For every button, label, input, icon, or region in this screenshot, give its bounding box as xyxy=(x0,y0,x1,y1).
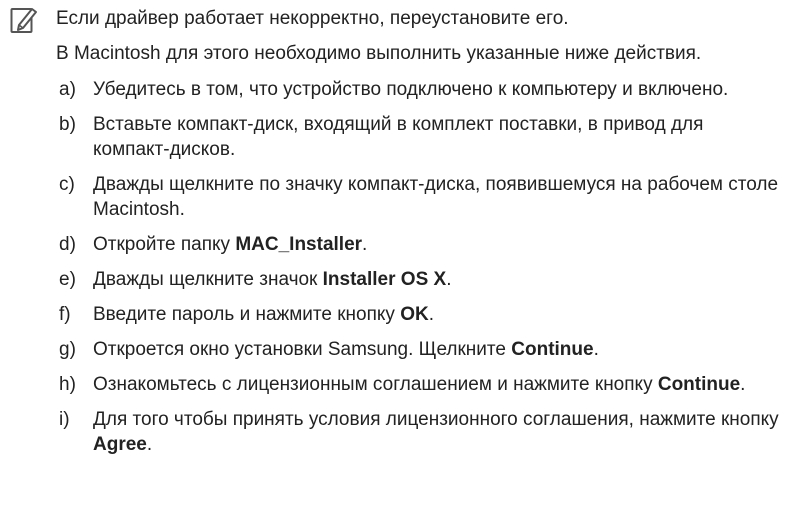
step-letter: g) xyxy=(59,339,76,360)
step-text-bold: MAC_Installer xyxy=(235,234,363,255)
step-item: e) Дважды щелкните значок Installer OS X… xyxy=(56,267,796,292)
step-text: Дважды щелкните по значку компакт-диска,… xyxy=(93,174,779,220)
step-letter: i) xyxy=(59,409,70,430)
step-letter: d) xyxy=(59,234,76,255)
step-text: Убедитесь в том, что устройство подключе… xyxy=(93,79,729,100)
steps-list: a) Убедитесь в том, что устройство подкл… xyxy=(56,77,796,457)
step-text-plain: Откроется окно установки Samsung. Щелкни… xyxy=(93,339,512,360)
step-item: b) Вставьте компакт-диск, входящий в ком… xyxy=(56,112,796,162)
step-letter: f) xyxy=(59,304,71,325)
step-text: Дважды щелкните значок Installer OS X. xyxy=(93,267,783,292)
step-text-after: . xyxy=(740,374,746,395)
step-letter: h) xyxy=(59,374,76,395)
note-intro-line: В Macintosh для этого необходимо выполни… xyxy=(56,43,702,64)
step-text: Для того чтобы принять условия лицензион… xyxy=(93,407,783,457)
step-text-after: . xyxy=(446,269,452,290)
step-text: Откройте папку MAC_Installer. xyxy=(93,232,783,257)
step-item: f) Введите пароль и нажмите кнопку OK. xyxy=(56,302,796,327)
step-text-after: . xyxy=(362,234,368,255)
step-text-bold: Continue xyxy=(511,339,594,360)
step-text-after: . xyxy=(428,304,434,325)
step-item: g) Откроется окно установки Samsung. Щел… xyxy=(56,337,796,362)
step-text-plain: Откройте папку xyxy=(93,234,236,255)
step-item: c) Дважды щелкните по значку компакт-дис… xyxy=(56,172,796,222)
step-text: Вставьте компакт-диск, входящий в компле… xyxy=(93,114,704,160)
pencil-note-icon xyxy=(10,6,38,34)
step-text: Ознакомьтесь с лицензионным соглашением … xyxy=(93,372,783,397)
step-text-bold: Installer OS X xyxy=(322,269,447,290)
step-text-after: . xyxy=(593,339,599,360)
step-text: Введите пароль и нажмите кнопку OK. xyxy=(93,302,783,327)
step-item: d) Откройте папку MAC_Installer. xyxy=(56,232,796,257)
step-text-plain: Ознакомьтесь с лицензионным соглашением … xyxy=(93,374,658,395)
step-text-after: . xyxy=(146,434,153,455)
note-block: Если драйвер работает некорректно, переу… xyxy=(56,0,796,467)
step-text-bold: OK xyxy=(400,304,429,325)
step-text-bold: Continue xyxy=(657,374,741,395)
step-text: Откроется окно установки Samsung. Щелкни… xyxy=(93,337,783,362)
step-item: i) Для того чтобы принять условия лиценз… xyxy=(56,407,796,457)
step-text-bold: Agree xyxy=(93,434,147,455)
step-item: a) Убедитесь в том, что устройство подкл… xyxy=(56,77,796,102)
step-text-plain: Для того чтобы принять условия лицензион… xyxy=(93,409,779,430)
step-text-plain: Введите пароль и нажмите кнопку xyxy=(93,304,401,325)
step-letter: e) xyxy=(59,269,76,290)
step-item: h) Ознакомьтесь с лицензионным соглашени… xyxy=(56,372,796,397)
note-intro-line: Если драйвер работает некорректно, переу… xyxy=(56,8,569,29)
step-letter: c) xyxy=(59,174,75,195)
step-text-plain: Дважды щелкните значок xyxy=(93,269,323,290)
step-letter: a) xyxy=(59,79,76,100)
step-letter: b) xyxy=(59,114,76,135)
